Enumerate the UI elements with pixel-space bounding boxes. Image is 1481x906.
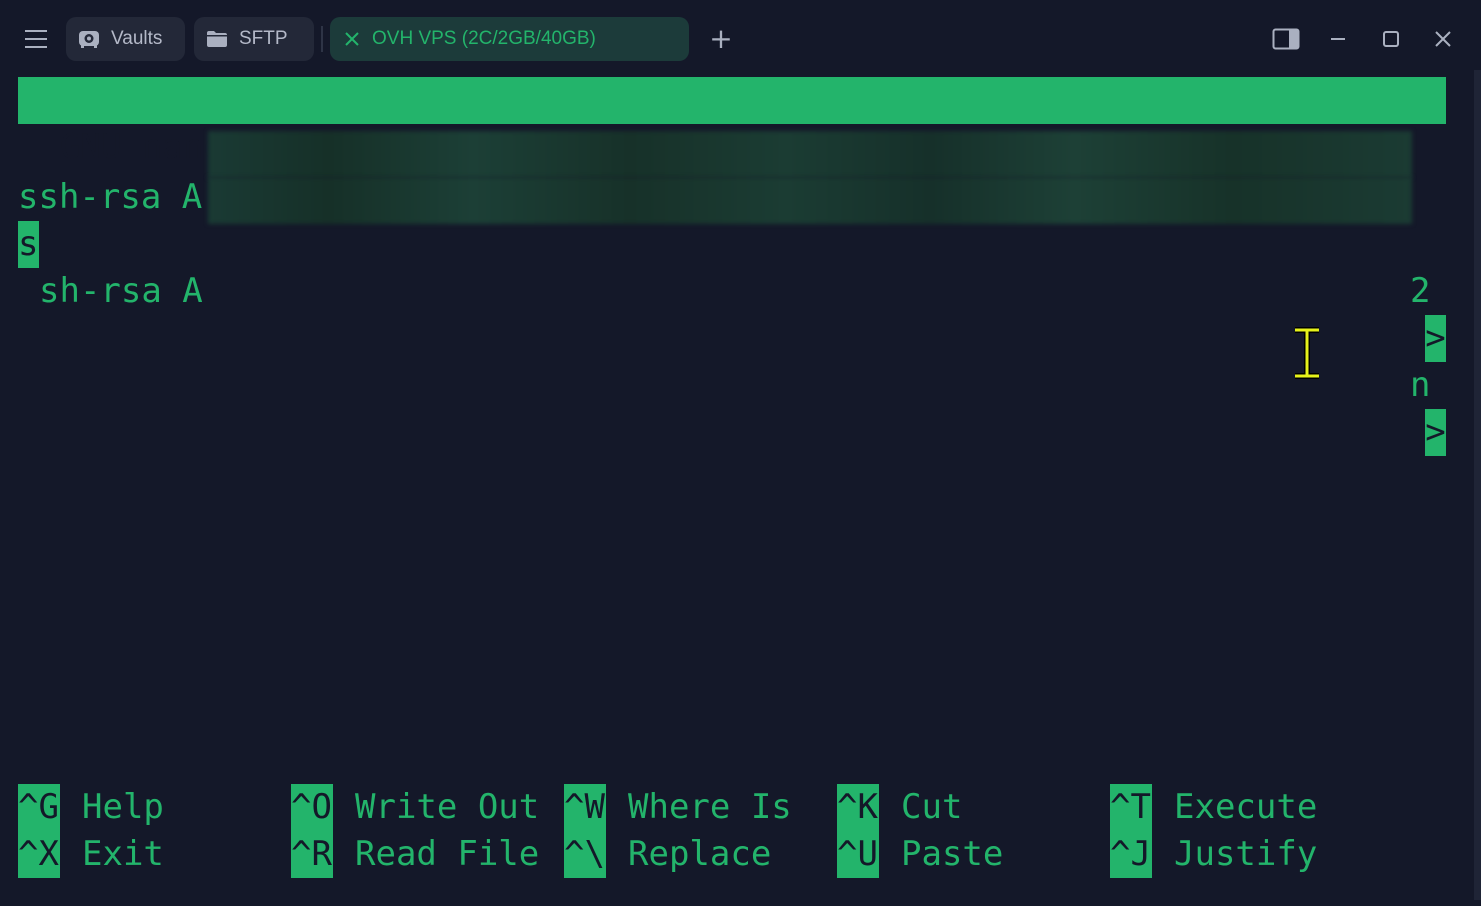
key-line-2[interactable]: s sh-rsa A n > (18, 174, 1446, 456)
shortcut-key: ^J (1110, 831, 1152, 878)
tab-divider (321, 26, 323, 52)
redacted-key-1 (208, 131, 1412, 178)
shortcut-cut[interactable]: ^K Cut (837, 784, 962, 831)
redacted-key-2 (208, 177, 1412, 224)
shortcut-label: Cut (901, 787, 963, 827)
shortcut-help[interactable]: ^G Help (18, 784, 164, 831)
text-cursor: s (18, 221, 39, 268)
tab-ovh-vps-label: OVH VPS (2C/2GB/40GB) (372, 28, 596, 49)
shortcut-label: Read File (355, 834, 540, 874)
shortcut-where-is[interactable]: ^W Where Is (564, 784, 792, 831)
shortcut-read-file[interactable]: ^R Read File (291, 831, 539, 878)
tab-sftp-label: SFTP (239, 28, 288, 49)
line-overflow-indicator: > (1425, 315, 1446, 362)
shortcut-label: Help (82, 787, 164, 827)
folder-icon (205, 27, 229, 51)
shortcut-key: ^\ (564, 831, 606, 878)
key-line-2-prefix: sh-rsa A (39, 271, 203, 311)
tab-vaults[interactable]: Vaults (66, 17, 185, 61)
close-window-icon[interactable] (1426, 22, 1460, 56)
shortcut-write-out[interactable]: ^O Write Out (291, 784, 539, 831)
tab-vaults-label: Vaults (111, 28, 163, 49)
tab-ovh-vps[interactable]: OVH VPS (2C/2GB/40GB) (330, 17, 689, 61)
shortcut-exit[interactable]: ^X Exit (18, 831, 164, 878)
shortcut-key: ^K (837, 784, 879, 831)
shortcut-label: Paste (901, 834, 1004, 874)
shortcut-label: Execute (1174, 787, 1318, 827)
shortcut-key: ^R (291, 831, 333, 878)
shortcut-label: Justify (1174, 834, 1318, 874)
shortcut-key: ^T (1110, 784, 1152, 831)
shortcut-replace[interactable]: ^\ Replace (564, 831, 771, 878)
terminal[interactable]: GNU nano 7.2 authorized_keys ssh-rsa A 2… (18, 77, 1446, 877)
shortcut-key: ^X (18, 831, 60, 878)
hamburger-icon[interactable] (22, 24, 50, 54)
shortcut-key: ^O (291, 784, 333, 831)
title-bar: Vaults SFTP OVH VPS (2C/2GB/40GB) + (0, 0, 1481, 78)
shortcut-label: Replace (628, 834, 772, 874)
key-line-2-end: n (1410, 365, 1431, 405)
shortcut-key: ^U (837, 831, 879, 878)
key-line-1[interactable]: ssh-rsa A 2 > (18, 127, 1446, 362)
scrollbar[interactable] (1474, 70, 1481, 900)
plus-icon[interactable]: + (707, 24, 735, 54)
close-icon[interactable] (340, 27, 364, 51)
shortcut-justify[interactable]: ^J Justify (1110, 831, 1317, 878)
shortcut-key: ^W (564, 784, 606, 831)
maximize-icon[interactable] (1374, 22, 1408, 56)
tab-sftp[interactable]: SFTP (194, 17, 314, 61)
vault-icon (77, 27, 101, 51)
minimize-icon[interactable] (1321, 22, 1355, 56)
split-view-icon[interactable] (1269, 22, 1303, 56)
shortcut-label: Exit (82, 834, 164, 874)
shortcut-label: Write Out (355, 787, 540, 827)
shortcut-key: ^G (18, 784, 60, 831)
shortcut-execute[interactable]: ^T Execute (1110, 784, 1317, 831)
nano-header: GNU nano 7.2 authorized_keys (18, 77, 1446, 214)
line-overflow-indicator: > (1425, 409, 1446, 456)
shortcut-paste[interactable]: ^U Paste (837, 831, 1003, 878)
ibeam-cursor-icon (1295, 327, 1319, 379)
shortcut-label: Where Is (628, 787, 792, 827)
key-line-1-end: 2 (1410, 271, 1431, 311)
